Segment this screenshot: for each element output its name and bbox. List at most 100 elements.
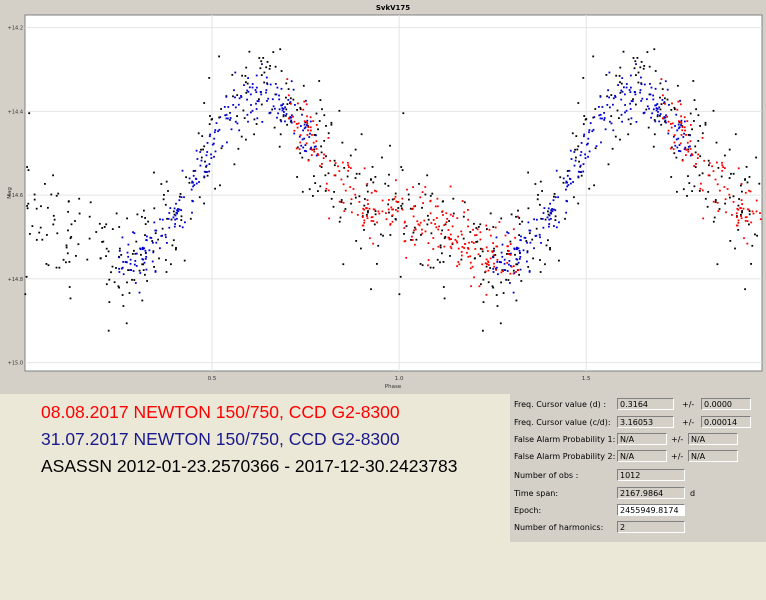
- data-point: [439, 246, 442, 249]
- timespan-field[interactable]: 2167.9864: [617, 487, 685, 499]
- data-point: [510, 213, 513, 216]
- data-point: [580, 142, 583, 144]
- data-point: [683, 116, 686, 119]
- data-point: [526, 260, 528, 263]
- plot-area[interactable]: [24, 14, 763, 372]
- fap2-error-field[interactable]: N/A: [688, 450, 738, 462]
- data-point: [315, 124, 318, 126]
- data-point: [258, 57, 261, 59]
- scatter-chart[interactable]: SvkV175 0.5 1.0 1.5+14.2+14.4+14.6+14.8+15…: [0, 0, 766, 394]
- plusminus-label: +/-: [682, 418, 695, 427]
- data-point: [582, 170, 585, 173]
- data-point: [367, 203, 369, 205]
- data-point: [627, 118, 630, 121]
- data-point: [527, 207, 530, 210]
- data-point: [408, 198, 410, 201]
- data-point: [574, 148, 576, 151]
- data-point: [287, 88, 290, 90]
- data-point: [414, 243, 416, 246]
- data-point: [566, 185, 569, 188]
- data-point: [687, 175, 689, 177]
- freq-d-field[interactable]: 0.3164: [617, 398, 674, 410]
- data-point: [495, 236, 498, 239]
- y-tick-label: +14.4: [8, 109, 23, 115]
- data-point: [716, 263, 719, 266]
- data-point: [555, 169, 558, 172]
- data-point: [539, 180, 542, 183]
- data-point: [728, 193, 731, 196]
- data-point: [496, 245, 499, 248]
- data-point: [387, 208, 390, 211]
- data-point: [206, 171, 208, 173]
- data-point: [26, 205, 28, 207]
- data-point: [65, 261, 67, 264]
- fap1-field[interactable]: N/A: [617, 433, 667, 445]
- data-point: [695, 163, 697, 165]
- data-point: [370, 216, 373, 219]
- data-point: [572, 181, 574, 183]
- freq-cd-error-field[interactable]: 0.00014: [701, 416, 751, 428]
- data-point: [274, 83, 277, 85]
- data-point: [185, 176, 187, 179]
- data-point: [278, 108, 281, 111]
- data-point: [517, 269, 520, 272]
- harmonics-field[interactable]: 2: [617, 521, 685, 533]
- data-point: [493, 247, 495, 250]
- data-point: [634, 60, 637, 63]
- data-point: [533, 218, 535, 221]
- data-point: [494, 254, 497, 256]
- data-point: [243, 117, 246, 119]
- freq-d-error-field[interactable]: 0.0000: [701, 398, 751, 410]
- data-point: [442, 261, 445, 263]
- data-point: [365, 184, 368, 187]
- data-point: [361, 216, 364, 218]
- data-point: [142, 258, 144, 261]
- data-point: [364, 198, 366, 200]
- data-point: [422, 202, 424, 204]
- data-point: [632, 98, 634, 101]
- data-point: [74, 220, 76, 222]
- data-point: [278, 98, 281, 101]
- fap2-field[interactable]: N/A: [617, 450, 667, 462]
- data-point: [135, 252, 138, 255]
- data-point: [145, 268, 148, 271]
- data-point: [625, 83, 628, 85]
- data-point: [242, 109, 245, 112]
- data-point: [413, 229, 415, 232]
- data-point: [402, 112, 405, 115]
- fap1-error-field[interactable]: N/A: [688, 433, 738, 445]
- harmonics-label: Number of harmonics:: [514, 523, 604, 532]
- data-point: [670, 123, 672, 125]
- data-point: [290, 80, 293, 83]
- data-point: [29, 233, 31, 235]
- data-point: [334, 162, 337, 164]
- data-point: [547, 207, 550, 210]
- data-point: [310, 129, 312, 132]
- data-point: [469, 255, 472, 258]
- data-point: [578, 160, 580, 163]
- data-point: [683, 126, 686, 129]
- data-point: [732, 172, 735, 175]
- freq-cd-field[interactable]: 3.16053: [617, 416, 674, 428]
- data-point: [312, 141, 315, 144]
- data-point: [208, 77, 211, 79]
- epoch-input[interactable]: 2455949.8174: [617, 504, 685, 516]
- data-point: [676, 146, 679, 149]
- data-point: [290, 102, 292, 105]
- data-point: [528, 232, 531, 235]
- data-point: [593, 184, 595, 187]
- data-point: [174, 218, 176, 221]
- data-point: [467, 218, 469, 221]
- data-point: [570, 182, 572, 185]
- data-point: [737, 221, 740, 224]
- data-point: [251, 83, 254, 85]
- nobs-field[interactable]: 1012: [617, 469, 685, 481]
- data-point: [164, 233, 167, 236]
- data-point: [269, 65, 271, 67]
- data-point: [28, 112, 31, 115]
- data-point: [214, 187, 216, 190]
- data-point: [463, 201, 466, 204]
- data-point: [107, 250, 110, 253]
- data-point: [568, 169, 571, 172]
- data-point: [147, 220, 149, 223]
